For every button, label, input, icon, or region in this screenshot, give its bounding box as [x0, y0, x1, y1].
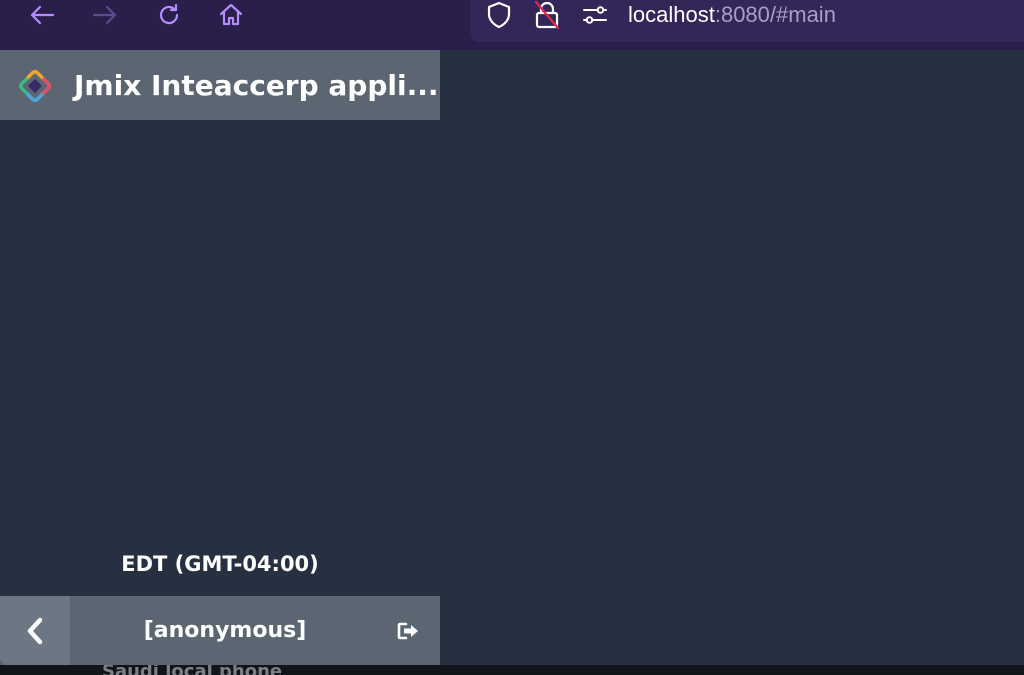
logout-button[interactable] [396, 620, 420, 642]
url-host: localhost [628, 2, 715, 27]
timezone-label: EDT (GMT-04:00) [121, 552, 319, 576]
permissions-icon[interactable] [580, 0, 610, 30]
forward-arrow-icon[interactable] [85, 0, 125, 30]
url-path: :8080/#main [714, 2, 836, 27]
main-content-area [440, 50, 1024, 665]
back-arrow-icon[interactable] [22, 0, 62, 30]
side-menu: Jmix Inteaccerp appli... EDT (GMT-04:00)… [0, 50, 440, 665]
home-icon[interactable] [211, 0, 251, 30]
lock-off-icon[interactable] [532, 0, 562, 30]
app-title: Jmix Inteaccerp appli... [74, 69, 439, 102]
sidebar-header: Jmix Inteaccerp appli... [0, 50, 440, 120]
background-window-strip: Saudi local phone [0, 665, 1024, 675]
logout-icon [397, 622, 418, 640]
collapse-menu-button[interactable] [0, 596, 70, 665]
jmix-logo-icon [16, 67, 54, 105]
user-bar: [anonymous] [0, 596, 440, 665]
browser-toolbar: localhost:8080/#main [0, 0, 1024, 51]
app-window: Jmix Inteaccerp appli... EDT (GMT-04:00)… [0, 50, 1024, 665]
reload-icon[interactable] [149, 0, 189, 30]
username-label[interactable]: [anonymous] [70, 596, 380, 665]
url-text[interactable]: localhost:8080/#main [628, 0, 836, 30]
partial-text: Saudi local phone [102, 665, 282, 675]
shield-icon[interactable] [484, 0, 514, 30]
url-bar[interactable]: localhost:8080/#main [470, 0, 1024, 42]
chevron-left-icon [27, 617, 43, 644]
